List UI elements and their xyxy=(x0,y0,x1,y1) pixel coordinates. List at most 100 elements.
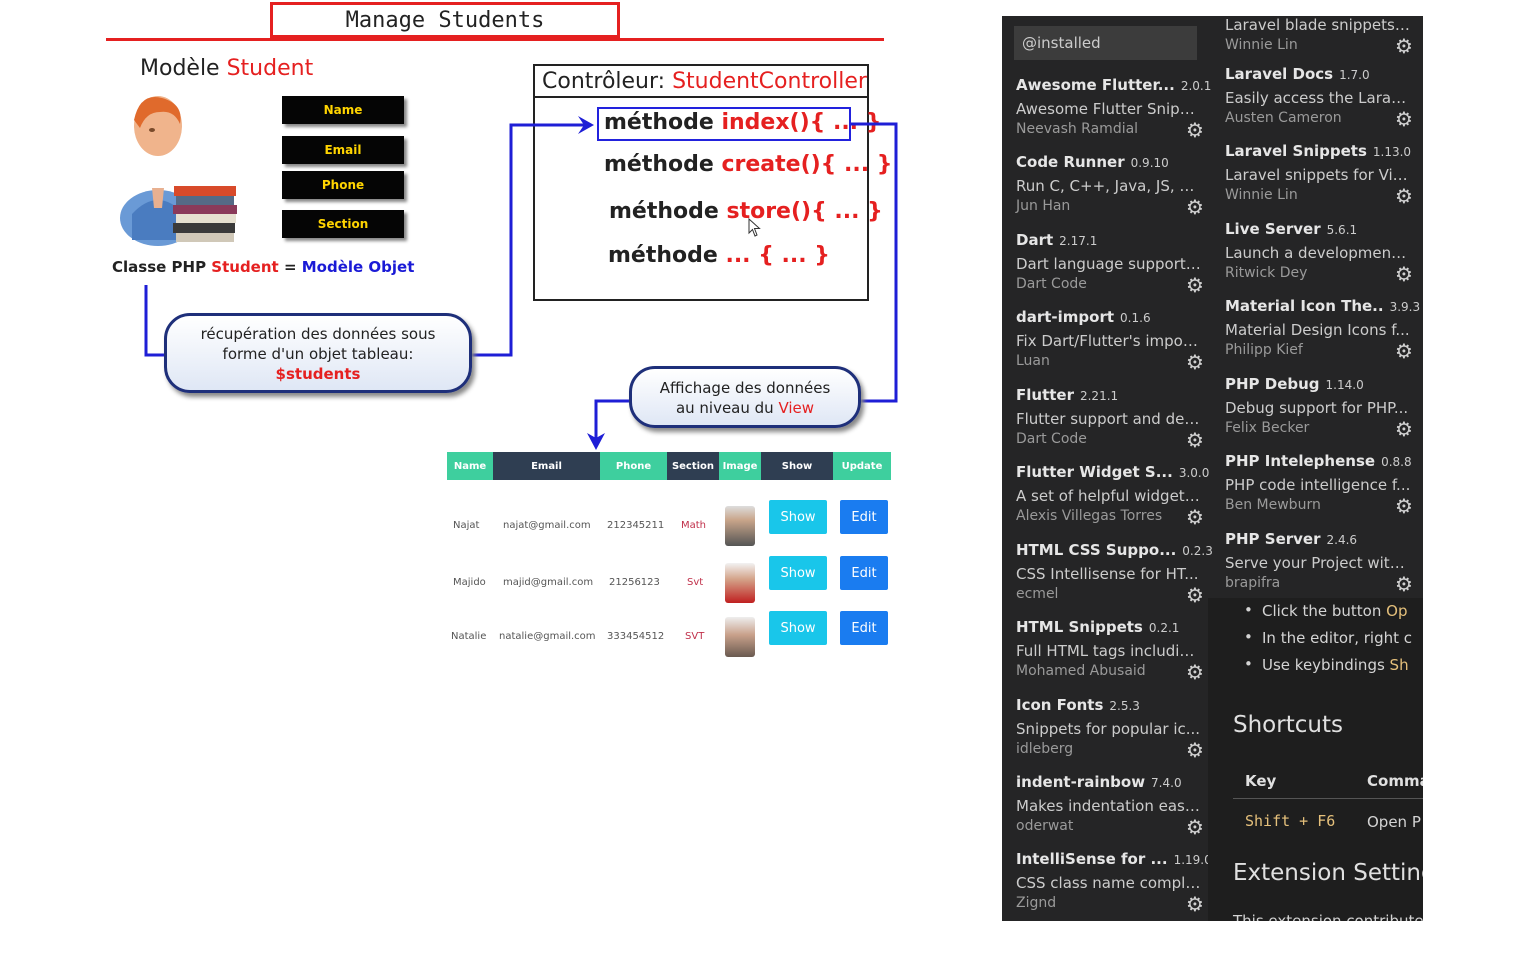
gear-icon[interactable]: ⚙ xyxy=(1395,574,1413,594)
table-header: Show xyxy=(761,452,833,480)
extension-item[interactable]: PHP Intelephense 0.8.8 PHP code intellige… xyxy=(1225,452,1423,530)
gear-icon[interactable]: ⚙ xyxy=(1186,430,1204,450)
gear-icon[interactable]: ⚙ xyxy=(1395,264,1413,284)
extension-author: ecmel xyxy=(1016,586,1059,602)
extension-description: Debug support for PHP... xyxy=(1225,399,1409,417)
extension-item[interactable]: HTML CSS Suppo... 0.2.3 CSS Intellisense … xyxy=(1016,541,1216,619)
extension-item[interactable]: HTML Snippets 0.2.1 Full HTML tags includ… xyxy=(1016,618,1216,696)
extension-item[interactable]: Laravel Snippets 1.13.0 Laravel snippets … xyxy=(1225,142,1423,220)
extensions-search-input[interactable]: @installed xyxy=(1014,26,1197,60)
extension-version: 2.0.1 xyxy=(1180,79,1212,93)
detail-bullet: In the editor, right c xyxy=(1244,628,1412,647)
extension-version: 3.0.0 xyxy=(1178,466,1210,480)
extension-author: Ritwick Dey xyxy=(1225,265,1308,281)
extension-version: 0.9.10 xyxy=(1130,156,1169,170)
gear-icon[interactable]: ⚙ xyxy=(1395,341,1413,361)
extension-item[interactable]: Material Icon The.. 3.9.3 Material Design… xyxy=(1225,297,1423,375)
gear-icon[interactable]: ⚙ xyxy=(1186,662,1204,682)
extension-item[interactable]: Icon Fonts 2.5.3 Snippets for popular ic.… xyxy=(1016,696,1216,774)
students-table: Name Email Phone Section Image Show Upda… xyxy=(447,452,891,657)
extension-item[interactable]: Flutter 2.21.1 Flutter support and deb...… xyxy=(1016,386,1216,464)
extension-version: 5.6.1 xyxy=(1326,223,1358,237)
extension-name: PHP Intelephense 0.8.8 xyxy=(1225,452,1412,470)
gear-icon[interactable]: ⚙ xyxy=(1395,36,1413,56)
extension-title: PHP Server xyxy=(1225,530,1321,548)
extension-item[interactable]: Flutter Widget S... 3.0.0 A set of helpfu… xyxy=(1016,463,1216,541)
extension-item[interactable]: Laravel blade snippets ... Winnie Lin ⚙ xyxy=(1225,16,1423,70)
extension-author: Ben Mewburn xyxy=(1225,497,1321,513)
extension-item[interactable]: IntelliSense for ... 1.19.0 CSS class nam… xyxy=(1016,850,1216,921)
cell-name: Najat xyxy=(453,519,480,531)
edit-button[interactable]: Edit xyxy=(840,500,888,534)
bubble-view-word: View xyxy=(778,399,815,417)
extension-title: PHP Intelephense xyxy=(1225,452,1376,470)
gear-icon[interactable]: ⚙ xyxy=(1186,740,1204,760)
gear-icon[interactable]: ⚙ xyxy=(1186,275,1204,295)
extension-item[interactable]: PHP Server 2.4.6 Serve your Project with.… xyxy=(1225,530,1423,608)
bullet-accent: Sh xyxy=(1389,656,1409,674)
extension-version: 7.4.0 xyxy=(1151,776,1182,790)
extension-item[interactable]: indent-rainbow 7.4.0 Makes indentation ea… xyxy=(1016,773,1216,851)
extension-title: IntelliSense for ... xyxy=(1016,850,1168,868)
gear-icon[interactable]: ⚙ xyxy=(1186,894,1204,914)
extension-item[interactable]: Live Server 5.6.1 Launch a development ..… xyxy=(1225,220,1423,298)
extension-name: dart-import 0.1.6 xyxy=(1016,308,1151,326)
gear-icon[interactable]: ⚙ xyxy=(1186,352,1204,372)
cell-phone: 212345211 xyxy=(607,519,665,531)
gear-icon[interactable]: ⚙ xyxy=(1186,817,1204,837)
bullet-accent: Op xyxy=(1386,602,1408,620)
extension-name: Material Icon The.. 3.9.3 xyxy=(1225,297,1420,315)
extension-description: Snippets for popular ic... xyxy=(1016,720,1201,738)
gear-icon[interactable]: ⚙ xyxy=(1186,585,1204,605)
extension-title: Material Icon The.. xyxy=(1225,297,1384,315)
gear-icon[interactable]: ⚙ xyxy=(1395,496,1413,516)
cell-email: majid@gmail.com xyxy=(503,576,594,588)
cell-section: Svt xyxy=(687,576,704,588)
extension-author: Mohamed Abusaid xyxy=(1016,663,1146,679)
bubble-line-1: récupération des données sous xyxy=(200,325,436,343)
extension-author: Luan xyxy=(1016,353,1050,369)
table-header: Phone xyxy=(600,452,667,480)
table-header: Email xyxy=(493,452,600,480)
table-row: Natalie natalie@gmail.com 333454512 SVT … xyxy=(447,611,891,661)
gear-icon[interactable]: ⚙ xyxy=(1395,186,1413,206)
extension-author: Jun Han xyxy=(1016,198,1071,214)
shortcut-key-column: Key xyxy=(1245,772,1277,790)
extension-name: PHP Debug 1.14.0 xyxy=(1225,375,1364,393)
show-button[interactable]: Show xyxy=(769,500,827,534)
extension-item[interactable]: Awesome Flutter... 2.0.1 Awesome Flutter … xyxy=(1016,76,1216,154)
extension-item[interactable]: PHP Debug 1.14.0 Debug support for PHP...… xyxy=(1225,375,1423,453)
extension-title: Live Server xyxy=(1225,220,1321,238)
bullet-text: Click the button xyxy=(1262,602,1387,620)
extension-item[interactable]: dart-import 0.1.6 Fix Dart/Flutter's impo… xyxy=(1016,308,1216,386)
extension-item[interactable]: Code Runner 0.9.10 Run C, C++, Java, JS, … xyxy=(1016,153,1216,231)
extension-title: Laravel Docs xyxy=(1225,65,1334,83)
gear-icon[interactable]: ⚙ xyxy=(1186,120,1204,140)
show-button[interactable]: Show xyxy=(769,611,827,645)
extension-description: Flutter support and deb... xyxy=(1016,410,1202,428)
extension-item[interactable]: Laravel Docs 1.7.0 Easily access the Lara… xyxy=(1225,65,1423,143)
extension-title: Icon Fonts xyxy=(1016,696,1104,714)
gear-icon[interactable]: ⚙ xyxy=(1186,507,1204,527)
extension-description: Fix Dart/Flutter's imports xyxy=(1016,332,1202,350)
extension-author: oderwat xyxy=(1016,818,1074,834)
extension-version: 0.8.8 xyxy=(1381,455,1412,469)
extension-item[interactable]: Dart 2.17.1 Dart language support ... Dar… xyxy=(1016,231,1216,309)
edit-button[interactable]: Edit xyxy=(840,556,888,590)
gear-icon[interactable]: ⚙ xyxy=(1395,419,1413,439)
extension-version: 0.1.6 xyxy=(1120,311,1151,325)
shortcut-command: Open P xyxy=(1367,813,1421,831)
data-retrieval-bubble: récupération des données sous forme d'un… xyxy=(164,313,472,393)
bubble-line-2: forme d'un objet tableau: xyxy=(222,345,414,363)
edit-button[interactable]: Edit xyxy=(840,611,888,645)
shortcuts-heading: Shortcuts xyxy=(1233,712,1343,738)
extension-description: Awesome Flutter Snipp... xyxy=(1016,100,1202,118)
extension-name: Live Server 5.6.1 xyxy=(1225,220,1357,238)
cell-email: najat@gmail.com xyxy=(503,519,591,531)
gear-icon[interactable]: ⚙ xyxy=(1186,197,1204,217)
extension-description: Serve your Project with... xyxy=(1225,554,1411,572)
extension-author: Philipp Kief xyxy=(1225,342,1303,358)
gear-icon[interactable]: ⚙ xyxy=(1395,109,1413,129)
show-button[interactable]: Show xyxy=(769,556,827,590)
extension-version: 2.4.6 xyxy=(1326,533,1358,547)
